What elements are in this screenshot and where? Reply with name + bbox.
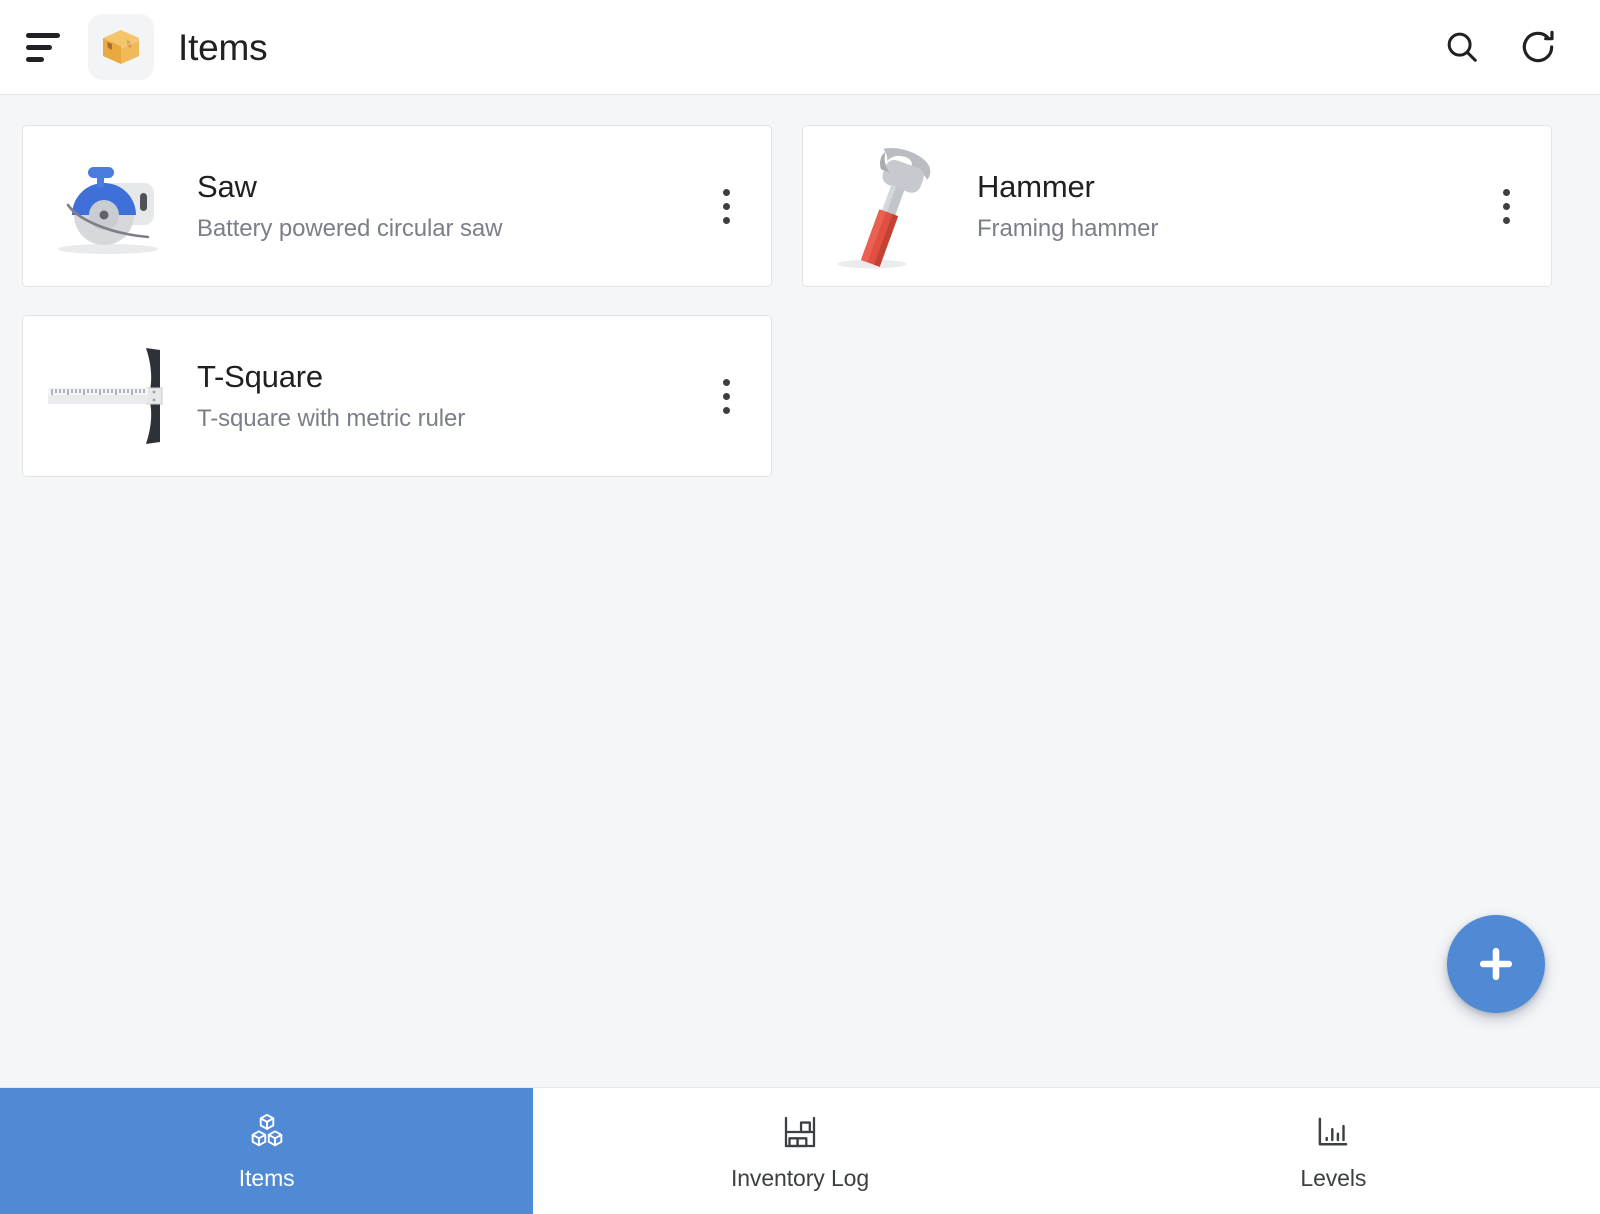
bottom-navigation: Items Inventory Log Levels: [0, 1087, 1600, 1214]
more-vertical-icon[interactable]: [1479, 173, 1533, 239]
bar-chart-icon: [1312, 1111, 1354, 1153]
item-description: Framing hammer: [977, 215, 1159, 243]
nav-tab-label: Inventory Log: [730, 1164, 870, 1191]
app-root: Items Saw Battery powered circular saw H…: [0, 0, 1600, 1214]
page-title: Items: [178, 26, 268, 68]
kebab-dot-2: [722, 392, 730, 400]
kebab-dot-1: [722, 378, 730, 386]
item-name: Saw: [197, 168, 257, 204]
hamburger-line-2: [26, 44, 52, 50]
warehouse-shelf-icon: [779, 1111, 821, 1153]
item-text-block: T-Square T-square with metric ruler: [181, 359, 699, 434]
nav-tab-inventory-log[interactable]: Inventory Log: [533, 1088, 1066, 1214]
plus-icon: [1479, 947, 1513, 981]
item-name: T-Square: [197, 358, 323, 394]
item-card-saw[interactable]: Saw Battery powered circular saw: [22, 125, 772, 287]
nav-tab-label: Items: [238, 1164, 295, 1191]
more-vertical-icon[interactable]: [699, 173, 753, 239]
hammer-icon: [815, 140, 961, 272]
refresh-icon[interactable]: [1506, 15, 1570, 79]
hamburger-line-3: [26, 56, 44, 62]
item-text-block: Hammer Framing hammer: [961, 169, 1479, 244]
items-content: Saw Battery powered circular saw Hammer …: [0, 95, 1600, 1087]
kebab-dot-2: [1502, 202, 1510, 210]
kebab-dot-3: [722, 406, 730, 414]
kebab-dot-2: [722, 202, 730, 210]
item-description: Battery powered circular saw: [197, 215, 503, 243]
boxes-icon: [246, 1111, 288, 1153]
item-card-grid: Saw Battery powered circular saw Hammer …: [22, 125, 1578, 477]
hamburger-menu-icon[interactable]: [18, 21, 70, 73]
search-icon[interactable]: [1430, 15, 1494, 79]
item-text-block: Saw Battery powered circular saw: [181, 169, 699, 244]
nav-tab-levels[interactable]: Levels: [1067, 1088, 1600, 1214]
circular-saw-icon: [35, 140, 181, 272]
t-square-ruler-icon: [35, 330, 181, 462]
hamburger-line-1: [26, 32, 60, 38]
more-vertical-icon[interactable]: [699, 363, 753, 429]
kebab-dot-3: [722, 216, 730, 224]
item-description: T-square with metric ruler: [197, 405, 466, 433]
kebab-dot-1: [722, 188, 730, 196]
nav-tab-label: Levels: [1300, 1164, 1367, 1191]
item-card-t-square[interactable]: T-Square T-square with metric ruler: [22, 315, 772, 477]
item-card-hammer[interactable]: Hammer Framing hammer: [802, 125, 1552, 287]
kebab-dot-3: [1502, 216, 1510, 224]
package-box-icon: [88, 14, 154, 80]
add-item-fab[interactable]: [1447, 915, 1545, 1013]
kebab-dot-1: [1502, 188, 1510, 196]
nav-tab-items[interactable]: Items: [0, 1088, 534, 1214]
app-header: Items: [0, 0, 1600, 95]
item-name: Hammer: [977, 168, 1095, 204]
